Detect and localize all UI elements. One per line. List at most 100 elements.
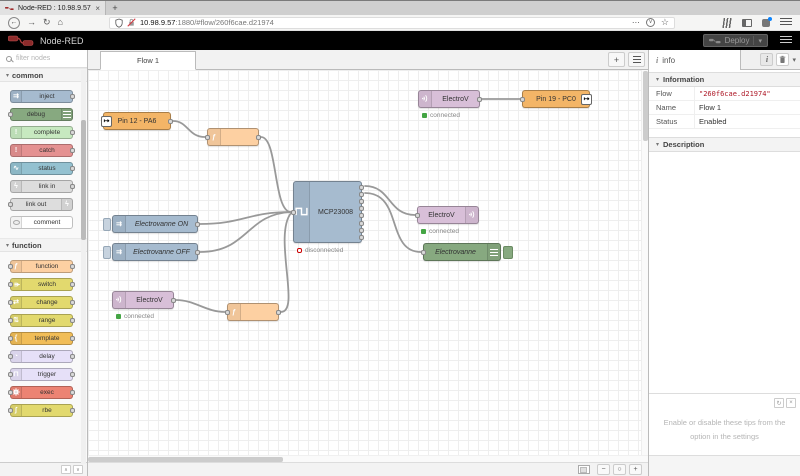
- wire[interactable]: [261, 137, 291, 212]
- palette-node-range[interactable]: ⇅range: [10, 314, 73, 327]
- output-port[interactable]: [70, 264, 75, 269]
- palette-node-catch[interactable]: !catch: [10, 144, 73, 157]
- output-port[interactable]: [359, 235, 364, 240]
- palette-node-rbe[interactable]: ∫rbe: [10, 404, 73, 417]
- page-actions-icon[interactable]: ⋯: [632, 19, 640, 27]
- palette-scrollbar-thumb[interactable]: [81, 120, 86, 240]
- new-tab-button[interactable]: +: [106, 1, 124, 15]
- reload-button[interactable]: ↻: [43, 18, 51, 27]
- library-icon[interactable]: [722, 18, 732, 28]
- input-port[interactable]: [8, 112, 13, 117]
- input-port[interactable]: [8, 354, 13, 359]
- section-description[interactable]: ▾ Description: [649, 137, 800, 152]
- shield-icon[interactable]: [115, 18, 123, 28]
- input-port[interactable]: [8, 408, 13, 413]
- output-port[interactable]: [276, 310, 281, 315]
- tab-info[interactable]: i info: [649, 50, 741, 70]
- output-port[interactable]: [171, 298, 176, 303]
- node-electrovR[interactable]: ElectroVconnected: [417, 206, 479, 224]
- palette-expand-button[interactable]: ∨: [73, 465, 83, 474]
- output-port[interactable]: [70, 130, 75, 135]
- sidebar-caret-icon[interactable]: ▾: [792, 56, 796, 64]
- palette-category-common[interactable]: ▾common: [0, 68, 87, 82]
- inject-button[interactable]: [103, 246, 111, 259]
- output-port[interactable]: [195, 222, 200, 227]
- node-pin12[interactable]: Pin 12 - PA6↦: [103, 112, 171, 130]
- input-port[interactable]: [8, 300, 13, 305]
- wire[interactable]: [365, 193, 421, 252]
- canvas-h-scrollbar[interactable]: [88, 455, 648, 462]
- input-port[interactable]: [8, 202, 13, 207]
- node-mcp[interactable]: MCP23008disconnected: [293, 181, 362, 243]
- flow-list-button[interactable]: [628, 52, 645, 67]
- node-electrovBL[interactable]: ElectroVconnected: [112, 291, 174, 309]
- debug-toggle-button[interactable]: [503, 246, 513, 259]
- navigator-icon[interactable]: [578, 465, 590, 474]
- input-port[interactable]: [291, 210, 296, 215]
- wire[interactable]: [200, 212, 291, 224]
- output-port[interactable]: [70, 282, 75, 287]
- wire[interactable]: [173, 121, 205, 137]
- input-port[interactable]: [225, 310, 230, 315]
- palette-category-function[interactable]: ▾function: [0, 238, 87, 252]
- input-port[interactable]: [520, 97, 525, 102]
- node-electrovTR[interactable]: ElectroVconnected: [418, 90, 480, 108]
- bookmark-star-icon[interactable]: ☆: [661, 18, 669, 27]
- output-port[interactable]: [359, 185, 364, 190]
- palette-collapse-button[interactable]: ∧: [61, 465, 71, 474]
- output-port[interactable]: [70, 148, 75, 153]
- input-port[interactable]: [8, 282, 13, 287]
- output-port[interactable]: [359, 206, 364, 211]
- palette-node-template[interactable]: {template: [10, 332, 73, 345]
- zoom-out-button[interactable]: −: [597, 464, 610, 475]
- tips-close-icon[interactable]: ×: [786, 398, 796, 408]
- palette-node-complete[interactable]: !complete: [10, 126, 73, 139]
- output-port[interactable]: [359, 228, 364, 233]
- canvas-v-thumb[interactable]: [643, 71, 648, 141]
- info-button[interactable]: i: [760, 53, 773, 66]
- input-port[interactable]: [205, 135, 210, 140]
- zoom-in-button[interactable]: +: [629, 464, 642, 475]
- output-port[interactable]: [70, 372, 75, 377]
- output-port[interactable]: [359, 192, 364, 197]
- home-button[interactable]: ⌂: [58, 18, 63, 27]
- output-port[interactable]: [70, 336, 75, 341]
- palette-node-trigger[interactable]: ⊓trigger: [10, 368, 73, 381]
- palette-node-change[interactable]: ⇄change: [10, 296, 73, 309]
- palette-node-switch[interactable]: ⋔switch: [10, 278, 73, 291]
- tips-refresh-button[interactable]: ↻: [774, 398, 784, 408]
- pocket-icon[interactable]: [646, 18, 655, 27]
- output-port[interactable]: [70, 184, 75, 189]
- input-port[interactable]: [8, 264, 13, 269]
- input-port[interactable]: [8, 318, 13, 323]
- inject-button[interactable]: [103, 218, 111, 231]
- input-port[interactable]: [8, 390, 13, 395]
- section-information[interactable]: ▾ Information: [649, 72, 800, 87]
- browser-tab[interactable]: Node-RED : 10.98.9.57 ×: [0, 1, 106, 15]
- output-port[interactable]: [168, 119, 173, 124]
- add-flow-button[interactable]: +: [608, 52, 625, 67]
- output-port[interactable]: [70, 94, 75, 99]
- input-port[interactable]: [8, 372, 13, 377]
- palette-node-link-in[interactable]: ϟlink in: [10, 180, 73, 193]
- node-injectOn[interactable]: ⇉Electrovanne ON: [112, 215, 198, 233]
- browser-menu-icon[interactable]: [780, 18, 792, 27]
- node-func1[interactable]: ƒ: [207, 128, 259, 146]
- output-port[interactable]: [70, 390, 75, 395]
- input-port[interactable]: [421, 250, 426, 255]
- wire[interactable]: [365, 186, 415, 215]
- zoom-reset-button[interactable]: ○: [613, 464, 626, 475]
- palette-node-exec[interactable]: exec: [10, 386, 73, 399]
- output-port[interactable]: [477, 97, 482, 102]
- palette-node-delay[interactable]: ◔delay: [10, 350, 73, 363]
- node-func2[interactable]: ƒ: [227, 303, 279, 321]
- palette-search-input[interactable]: filter nodes: [0, 50, 87, 68]
- flow-canvas[interactable]: Pin 12 - PA6↦ ƒ MCP23008disconnected ⇉Elect…: [88, 70, 648, 455]
- nodered-menu-icon[interactable]: [780, 36, 792, 45]
- output-port[interactable]: [70, 300, 75, 305]
- output-port[interactable]: [70, 408, 75, 413]
- insecure-lock-icon[interactable]: [127, 18, 136, 27]
- output-port[interactable]: [70, 318, 75, 323]
- output-port[interactable]: [359, 221, 364, 226]
- palette-node-status[interactable]: ∿status: [10, 162, 73, 175]
